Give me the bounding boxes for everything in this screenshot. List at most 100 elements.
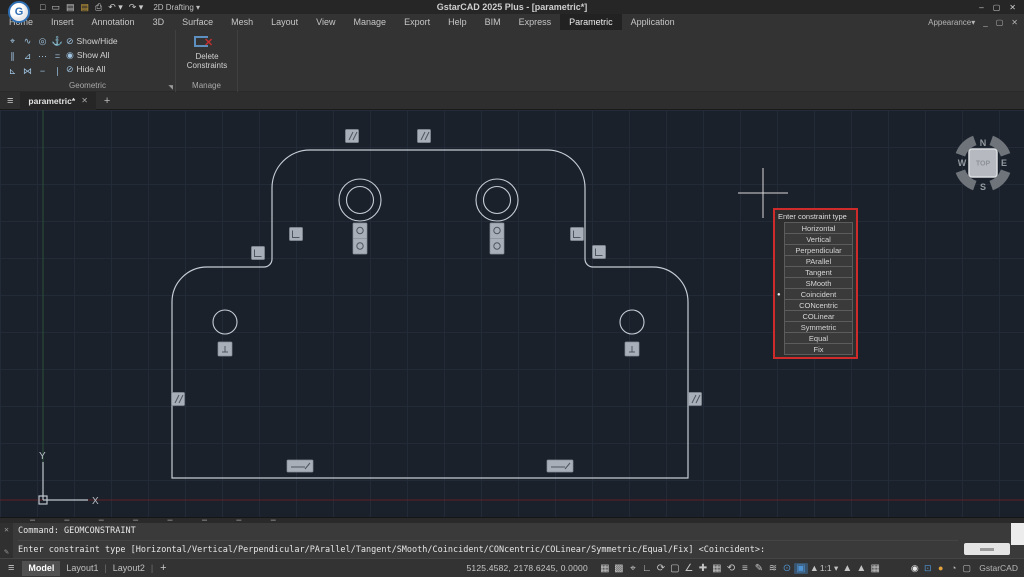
parallel-badge[interactable]: [172, 393, 185, 406]
clean-screen-icon[interactable]: ▢: [960, 563, 973, 574]
hole-left[interactable]: [339, 179, 381, 221]
restore-button[interactable]: ▢: [993, 3, 1001, 12]
tab-export[interactable]: Export: [395, 14, 439, 30]
snap-tracking-icon[interactable]: ✚: [696, 563, 710, 574]
concentric-badge-stack[interactable]: [353, 223, 367, 254]
collinear-icon[interactable]: ⋯: [36, 50, 49, 63]
fix-icon[interactable]: ⚓: [51, 35, 64, 48]
isometric-draft-icon[interactable]: ▦: [710, 563, 724, 574]
hole-right[interactable]: [476, 179, 518, 221]
hide-all-button[interactable]: ⊘ Hide All: [66, 62, 118, 76]
display-settings-icon[interactable]: ⊡: [921, 563, 934, 574]
tab-help[interactable]: Help: [439, 14, 476, 30]
tab-parametric[interactable]: Parametric: [560, 14, 622, 30]
layout2-tab[interactable]: Layout2: [107, 561, 151, 576]
tab-layout[interactable]: Layout: [262, 14, 307, 30]
tips-bulb-icon[interactable]: ●: [934, 563, 947, 573]
fix-badge[interactable]: [625, 342, 639, 356]
parallel-badge[interactable]: [689, 393, 702, 406]
command-prompt[interactable]: Enter constraint type [Horizontal/Vertic…: [18, 540, 958, 558]
annotation-scale-control[interactable]: ▲ 1:1 ▾: [810, 563, 838, 574]
tab-mesh[interactable]: Mesh: [222, 14, 262, 30]
grid-toggle-icon[interactable]: ▦: [598, 563, 612, 574]
hole-wing-left[interactable]: [213, 310, 237, 334]
annotation-visibility-icon[interactable]: ▲: [840, 563, 854, 574]
app-logo[interactable]: G: [8, 1, 30, 23]
tab-express[interactable]: Express: [510, 14, 561, 30]
lineweight-icon[interactable]: ≡: [738, 563, 752, 574]
smooth-icon[interactable]: ∿: [21, 35, 34, 48]
child-close-button[interactable]: ✕: [1011, 18, 1018, 27]
ortho-icon[interactable]: ∟: [640, 563, 654, 574]
quick-properties-icon[interactable]: ✎: [752, 563, 766, 574]
snap-toggle-icon[interactable]: ▩: [612, 563, 626, 574]
menu-item-fix[interactable]: Fix: [784, 343, 853, 355]
concentric-badge-stack[interactable]: [490, 223, 504, 254]
model-tab[interactable]: Model: [22, 561, 60, 576]
equal-icon[interactable]: =: [51, 50, 64, 63]
object-snap-icon[interactable]: ▢: [668, 563, 682, 574]
object-snap-3d-icon[interactable]: ∠: [682, 563, 696, 574]
perpendicular-badge[interactable]: [252, 247, 265, 260]
hole-wing-right[interactable]: [620, 310, 644, 334]
perpendicular-icon[interactable]: ⊾: [6, 65, 19, 78]
command-close-icon[interactable]: ✕: [4, 525, 9, 534]
horizontal-badge[interactable]: [287, 460, 313, 472]
tab-3d[interactable]: 3D: [144, 14, 174, 30]
parallel-badge[interactable]: [418, 130, 431, 143]
parallel-icon[interactable]: ∥: [6, 50, 19, 63]
snap-mode-icon[interactable]: ⌖: [626, 563, 640, 574]
horizontal-badge[interactable]: [547, 460, 573, 472]
child-restore-button[interactable]: ▢: [996, 18, 1004, 27]
fix-badge[interactable]: [218, 342, 232, 356]
tab-bim[interactable]: BIM: [476, 14, 510, 30]
tangent-icon[interactable]: ⊿: [21, 50, 34, 63]
dynamic-ucs-icon[interactable]: ⟲: [724, 563, 738, 574]
selection-cycling-icon[interactable]: ≋: [766, 563, 780, 574]
tab-view[interactable]: View: [307, 14, 344, 30]
tab-manage[interactable]: Manage: [345, 14, 396, 30]
annotation-scale-value[interactable]: 1:1 ▾: [820, 563, 838, 574]
child-minimize-button[interactable]: _: [983, 18, 987, 27]
document-tab-parametric[interactable]: parametric* ✕: [20, 92, 95, 110]
command-scrollbar[interactable]: [1011, 523, 1024, 545]
status-center-icon[interactable]: ◉: [908, 563, 921, 574]
tab-insert[interactable]: Insert: [42, 14, 83, 30]
polar-tracking-icon[interactable]: ⟳: [654, 563, 668, 574]
performance-gauge-icon[interactable]: ◔: [947, 563, 960, 573]
delete-constraints-button[interactable]: ✕ Delete Constraints: [180, 33, 234, 70]
tab-surface[interactable]: Surface: [173, 14, 222, 30]
coincident-icon[interactable]: ⌖: [6, 35, 19, 48]
status-menu-icon[interactable]: ≡: [0, 562, 22, 574]
command-edit-icon[interactable]: ✎: [4, 547, 9, 556]
show-hide-button[interactable]: ⊘ Show/Hide: [66, 34, 118, 48]
command-window[interactable]: ✕ ✎ Command: GEOMCONSTRAINT Enter constr…: [0, 523, 1024, 558]
tab-application[interactable]: Application: [622, 14, 684, 30]
close-button[interactable]: ✕: [1009, 3, 1016, 12]
drawing-canvas[interactable]: Y X N W E S TOP: [0, 110, 1024, 517]
appearance-dropdown[interactable]: Appearance▾: [928, 18, 975, 27]
minimize-button[interactable]: –: [979, 3, 983, 12]
add-layout-button[interactable]: +: [153, 562, 173, 574]
tab-close-icon[interactable]: ✕: [81, 96, 88, 105]
document-menu-icon[interactable]: ≡: [0, 95, 20, 107]
show-all-button[interactable]: ◉ Show All: [66, 48, 118, 62]
horizontal-icon[interactable]: −: [36, 65, 49, 78]
model-paper-toggle-icon[interactable]: ▣: [794, 563, 808, 574]
nav-cube[interactable]: N W E S TOP: [958, 138, 1007, 192]
vertical-icon[interactable]: ∣: [51, 65, 64, 78]
concentric-icon[interactable]: ◎: [36, 35, 49, 48]
view-table-icon[interactable]: ▦: [868, 563, 882, 574]
panel-launcher-icon[interactable]: ◥: [168, 84, 173, 91]
new-document-tab-button[interactable]: +: [96, 95, 118, 107]
perpendicular-badge[interactable]: [593, 246, 606, 259]
parallel-badge[interactable]: [346, 130, 359, 143]
part-outline[interactable]: [172, 150, 688, 478]
layout1-tab[interactable]: Layout1: [60, 561, 104, 576]
perpendicular-badge[interactable]: [571, 228, 584, 241]
command-resize-handle[interactable]: [964, 543, 1010, 555]
tab-annotation[interactable]: Annotation: [83, 14, 144, 30]
symmetric-icon[interactable]: ⋈: [21, 65, 34, 78]
annotation-autoscale-icon[interactable]: ▲: [854, 563, 868, 574]
zoom-icon[interactable]: ⊙: [780, 563, 794, 574]
